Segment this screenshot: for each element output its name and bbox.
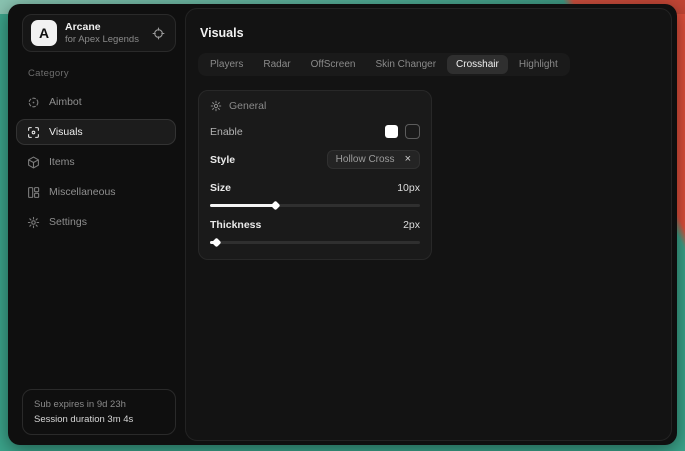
- enable-checkbox[interactable]: [405, 124, 420, 139]
- sidebar-item-visuals[interactable]: Visuals: [16, 119, 176, 145]
- tab-radar[interactable]: Radar: [254, 55, 299, 74]
- app-window: A Arcane for Apex Legends Category: [8, 4, 677, 445]
- slider-track: [210, 241, 420, 244]
- slider-thumb[interactable]: [271, 201, 281, 211]
- close-icon[interactable]: ×: [405, 154, 411, 165]
- layout-grid-icon: [27, 186, 40, 199]
- style-row: Style Hollow Cross ×: [210, 150, 420, 169]
- brand-text: Arcane for Apex Legends: [65, 21, 144, 46]
- general-panel: General Enable Style Hollow Cross × Size…: [198, 90, 432, 260]
- sidebar: A Arcane for Apex Legends Category: [8, 4, 182, 445]
- sidebar-item-label: Items: [49, 156, 75, 168]
- gear-icon: [27, 216, 40, 229]
- tab-skin-changer[interactable]: Skin Changer: [366, 55, 445, 74]
- style-value: Hollow Cross: [336, 154, 395, 165]
- style-label: Style: [210, 154, 235, 166]
- sidebar-item-aimbot[interactable]: Aimbot: [16, 89, 176, 115]
- size-slider[interactable]: [210, 202, 420, 209]
- thickness-value: 2px: [403, 219, 420, 231]
- size-label: Size: [210, 182, 231, 194]
- size-row: Size 10px: [210, 182, 420, 194]
- thickness-row: Thickness 2px: [210, 219, 420, 231]
- tab-offscreen[interactable]: OffScreen: [302, 55, 365, 74]
- size-value: 10px: [397, 182, 420, 194]
- page-title: Visuals: [200, 26, 659, 40]
- cube-icon: [27, 156, 40, 169]
- aimbot-crosshair-icon: [27, 96, 40, 109]
- tab-players[interactable]: Players: [201, 55, 252, 74]
- sidebar-item-miscellaneous[interactable]: Miscellaneous: [16, 179, 176, 205]
- category-label: Category: [28, 68, 178, 79]
- sidebar-item-label: Miscellaneous: [49, 186, 116, 198]
- style-select[interactable]: Hollow Cross ×: [327, 150, 420, 169]
- thickness-slider[interactable]: [210, 239, 420, 246]
- brand-logo: A: [31, 20, 57, 46]
- tab-bar: Players Radar OffScreen Skin Changer Cro…: [198, 53, 570, 76]
- slider-thumb[interactable]: [212, 238, 222, 248]
- sidebar-item-label: Settings: [49, 216, 87, 228]
- visuals-scan-icon: [27, 126, 40, 139]
- main-panel: Visuals Players Radar OffScreen Skin Cha…: [185, 8, 672, 441]
- sidebar-item-items[interactable]: Items: [16, 149, 176, 175]
- sidebar-item-label: Aimbot: [49, 96, 82, 108]
- sidebar-item-settings[interactable]: Settings: [16, 209, 176, 235]
- enable-label: Enable: [210, 126, 243, 138]
- tab-crosshair[interactable]: Crosshair: [447, 55, 508, 74]
- brand-subtitle: for Apex Legends: [65, 34, 144, 46]
- sub-expiry-text: Sub expires in 9d 23h: [34, 397, 164, 412]
- brand-name: Arcane: [65, 21, 144, 34]
- general-panel-title: General: [229, 100, 266, 112]
- tab-highlight[interactable]: Highlight: [510, 55, 567, 74]
- general-panel-header: General: [210, 100, 420, 112]
- enable-row: Enable: [210, 124, 420, 139]
- subscription-card: Sub expires in 9d 23h Session duration 3…: [22, 389, 176, 435]
- crosshair-target-icon[interactable]: [152, 27, 165, 40]
- gear-icon: [210, 100, 222, 112]
- sidebar-item-label: Visuals: [49, 126, 83, 138]
- color-swatch[interactable]: [385, 125, 398, 138]
- sidebar-nav: Aimbot Visuals: [14, 89, 178, 235]
- thickness-label: Thickness: [210, 219, 261, 231]
- session-duration-text: Session duration 3m 4s: [34, 412, 164, 427]
- slider-fill: [210, 204, 275, 207]
- brand-card: A Arcane for Apex Legends: [22, 14, 176, 52]
